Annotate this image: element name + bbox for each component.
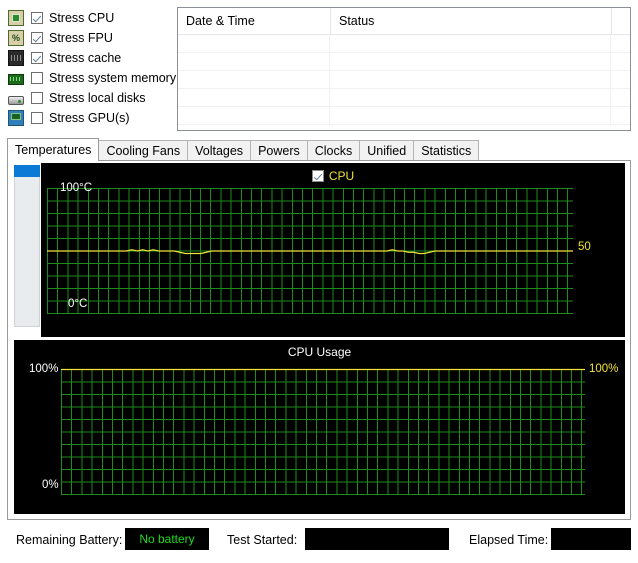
tab-powers[interactable]: Powers [250,140,308,161]
memory-stick-icon [8,73,24,85]
stress-gpu-checkbox[interactable] [31,112,43,124]
sensor-list[interactable] [14,165,40,327]
table-header-row: Date & Time Status [178,8,630,35]
stress-option-label: Stress system memory [49,71,177,85]
stress-memory-checkbox[interactable] [31,72,43,84]
fpu-percent-icon: % [8,30,24,46]
stress-cache-checkbox[interactable] [31,52,43,64]
cpu-chip-icon [8,10,24,26]
stress-option-row[interactable]: Stress cache [8,48,178,68]
stress-option-row[interactable]: Stress CPU [8,8,178,28]
cache-chip-icon [8,50,24,66]
stress-options-list: Stress CPU % Stress FPU Stress cache Str… [8,8,178,130]
cpu-series-checkbox[interactable] [311,170,324,182]
column-header-extra[interactable] [611,8,630,34]
cpu-usage-series-line [61,369,585,495]
tab-voltages[interactable]: Voltages [187,140,252,161]
stress-cpu-checkbox[interactable] [31,12,43,24]
cpu-series-label: CPU [328,169,355,183]
tab-unified[interactable]: Unified [359,140,415,161]
cpu-usage-chart-title: CPU Usage [287,345,352,359]
stress-option-label: Stress GPU(s) [49,111,130,125]
stress-option-row[interactable]: Stress GPU(s) [8,108,178,128]
stress-option-label: Stress CPU [49,11,115,25]
cpu-usage-plot-grid [61,369,585,495]
stress-option-row[interactable]: % Stress FPU [8,28,178,48]
stress-option-label: Stress FPU [49,31,113,45]
hard-disk-icon [8,95,24,105]
temperature-current-value-label: 50 [578,241,591,253]
tab-cooling-fans[interactable]: Cooling Fans [98,140,189,161]
stress-option-row[interactable]: Stress local disks [8,88,178,108]
status-bar: Remaining Battery: No battery Test Start… [0,527,638,557]
table-row[interactable] [178,53,630,71]
stress-option-row[interactable]: Stress system memory [8,68,178,88]
table-row[interactable] [178,71,630,89]
event-log-table[interactable]: Date & Time Status [177,7,631,131]
table-row[interactable] [178,35,630,53]
table-row[interactable] [178,89,630,107]
battery-value: No battery [125,528,209,550]
temperature-ytick-bottom: 0°C [68,298,88,310]
elapsed-time-label: Elapsed Time: [469,533,549,547]
temperature-series-line [47,188,573,314]
cpu-usage-current-value-label: 100% [589,363,619,375]
temperature-plot-grid [47,188,573,314]
tab-bar: Temperatures Cooling Fans Voltages Power… [7,138,480,161]
test-started-value [305,528,449,550]
stress-fpu-checkbox[interactable] [31,32,43,44]
gpu-monitor-icon [8,110,24,126]
battery-label: Remaining Battery: [16,533,123,547]
tab-temperatures[interactable]: Temperatures [7,138,100,161]
tab-statistics[interactable]: Statistics [413,140,480,161]
test-started-label: Test Started: [227,533,298,547]
stress-option-label: Stress local disks [49,91,146,105]
app-window: Stress CPU % Stress FPU Stress cache Str… [0,0,638,563]
cpu-usage-ytick-bottom: 0% [42,479,59,491]
table-row[interactable] [178,107,630,125]
stress-option-label: Stress cache [49,51,122,65]
temperature-ytick-top: 100°C [60,182,93,194]
temperature-chart-legend: CPU [41,169,625,183]
stress-disks-checkbox[interactable] [31,92,43,104]
elapsed-time-value [551,528,631,550]
sensor-list-selected-item[interactable] [14,165,40,177]
cpu-usage-ytick-top: 100% [29,363,59,375]
column-header-status[interactable]: Status [330,8,611,34]
table-body [178,35,630,130]
column-header-date-time[interactable]: Date & Time [178,8,330,34]
tab-clocks[interactable]: Clocks [306,140,361,161]
